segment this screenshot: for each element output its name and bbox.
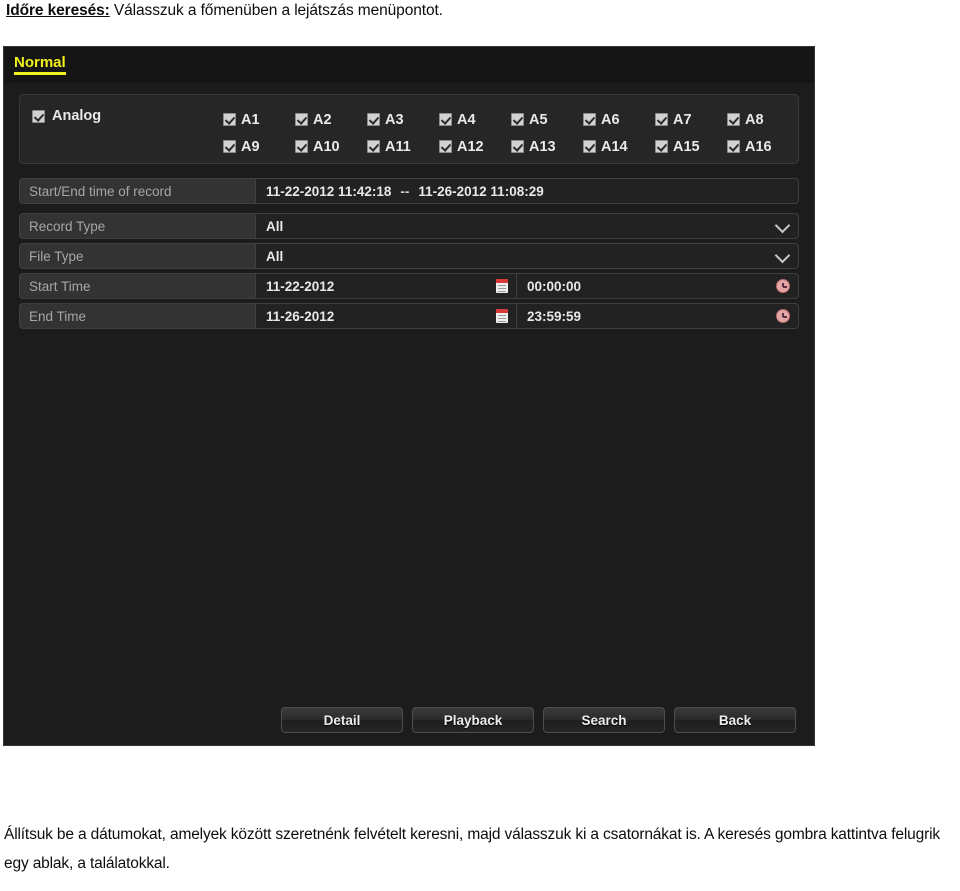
tab-normal[interactable]: Normal: [14, 54, 66, 75]
checkbox-icon[interactable]: [583, 140, 596, 153]
row-label: Start/End time of record: [19, 178, 256, 204]
start-date-input[interactable]: 11-22-2012: [256, 273, 517, 299]
calendar-icon[interactable]: [496, 309, 508, 323]
end-date-input[interactable]: 11-26-2012: [256, 303, 517, 329]
channel-grid: A1 A2 A3 A4 A5 A6 A7 A8 A9 A10 A11 A12 A…: [223, 106, 799, 160]
checkbox-icon[interactable]: [727, 113, 740, 126]
row-label: Record Type: [19, 213, 256, 239]
channel-selection-box: Analog A1 A2 A3 A4 A5 A6 A7 A8 A9 A10 A1…: [19, 94, 799, 164]
caption-top-rest: Válasszuk a főmenüben a lejátszás menüpo…: [109, 2, 443, 19]
channel-checkbox-a15[interactable]: A15: [655, 139, 727, 155]
checkbox-icon[interactable]: [511, 140, 524, 153]
start-time-value: 00:00:00: [527, 278, 582, 294]
checkbox-icon[interactable]: [295, 140, 308, 153]
channel-checkbox-a6[interactable]: A6: [583, 112, 655, 128]
caption-top: Időre keresés: Válasszuk a főmenüben a l…: [6, 2, 443, 20]
playback-search-window: Normal Analog A1 A2 A3 A4 A5 A6 A7 A8 A9…: [3, 46, 815, 746]
channel-label: A11: [385, 138, 411, 155]
row-label: End Time: [19, 303, 256, 329]
checkbox-icon[interactable]: [367, 140, 380, 153]
channel-label: A10: [313, 138, 340, 155]
chevron-down-icon[interactable]: [774, 247, 791, 264]
channel-checkbox-a7[interactable]: A7: [655, 112, 727, 128]
record-range-end: 11-26-2012 11:08:29: [418, 183, 544, 199]
caption-bottom: Állítsuk be a dátumokat, amelyek között …: [4, 826, 940, 872]
channel-checkbox-a9[interactable]: A9: [223, 139, 295, 155]
file-type-select[interactable]: All: [256, 243, 799, 269]
channel-label: A3: [385, 111, 404, 128]
search-button[interactable]: Search: [543, 707, 665, 733]
checkbox-icon[interactable]: [727, 140, 740, 153]
caption-top-bold: Időre keresés:: [6, 2, 110, 19]
channel-label: A14: [601, 138, 628, 155]
checkbox-icon[interactable]: [223, 140, 236, 153]
channel-checkbox-a14[interactable]: A14: [583, 139, 655, 155]
checkbox-icon[interactable]: [32, 109, 45, 123]
checkbox-icon[interactable]: [511, 113, 524, 126]
button-bar: Detail Playback Search Back: [4, 698, 814, 742]
channel-checkbox-a16[interactable]: A16: [727, 139, 799, 155]
checkbox-icon[interactable]: [367, 113, 380, 126]
row-label: Start Time: [19, 273, 256, 299]
channel-checkbox-a3[interactable]: A3: [367, 112, 439, 128]
channel-label: A13: [529, 138, 556, 155]
row-start-end-time-of-record: Start/End time of record 11-22-2012 11:4…: [19, 178, 799, 204]
channel-checkbox-a8[interactable]: A8: [727, 112, 799, 128]
calendar-icon[interactable]: [496, 279, 508, 293]
tab-strip: Normal: [4, 47, 814, 83]
record-type-select[interactable]: All: [256, 213, 799, 239]
channel-checkbox-a13[interactable]: A13: [511, 139, 583, 155]
channel-label: A5: [529, 111, 548, 128]
start-date-value: 11-22-2012: [266, 278, 335, 294]
channel-label: A2: [313, 111, 332, 128]
start-time-input[interactable]: 00:00:00: [517, 273, 799, 299]
checkbox-icon[interactable]: [655, 140, 668, 153]
back-button[interactable]: Back: [674, 707, 796, 733]
channel-label: A16: [745, 138, 772, 155]
checkbox-icon[interactable]: [439, 140, 452, 153]
channel-checkbox-a10[interactable]: A10: [295, 139, 367, 155]
detail-button[interactable]: Detail: [281, 707, 403, 733]
channel-checkbox-a2[interactable]: A2: [295, 112, 367, 128]
analog-group-label: Analog: [52, 108, 102, 124]
row-record-type: Record Type All: [19, 213, 799, 239]
clock-icon[interactable]: [776, 279, 790, 293]
clock-icon[interactable]: [776, 309, 790, 323]
checkbox-icon[interactable]: [223, 113, 236, 126]
channel-checkbox-a1[interactable]: A1: [223, 112, 295, 128]
record-range-start: 11-22-2012 11:42:18: [266, 183, 392, 199]
channel-label: A1: [241, 111, 260, 128]
channel-checkbox-a11[interactable]: A11: [367, 139, 439, 155]
channel-label: A9: [241, 138, 260, 155]
channel-label: A12: [457, 138, 484, 155]
channel-label: A4: [457, 111, 476, 128]
row-file-type: File Type All: [19, 243, 799, 269]
end-time-value: 23:59:59: [527, 308, 582, 324]
record-range-separator: --: [400, 183, 410, 199]
channel-checkbox-a5[interactable]: A5: [511, 112, 583, 128]
checkbox-icon[interactable]: [439, 113, 452, 126]
checkbox-icon[interactable]: [295, 113, 308, 126]
channel-label: A8: [745, 111, 764, 128]
channel-label: A7: [673, 111, 692, 128]
channel-checkbox-a12[interactable]: A12: [439, 139, 511, 155]
channel-label: A6: [601, 111, 620, 128]
end-date-value: 11-26-2012: [266, 308, 335, 324]
channel-checkbox-a4[interactable]: A4: [439, 112, 511, 128]
channel-label: A15: [673, 138, 700, 155]
file-type-value: All: [266, 248, 284, 264]
row-label: File Type: [19, 243, 256, 269]
row-value-record-range: 11-22-2012 11:42:18 -- 11-26-2012 11:08:…: [256, 178, 799, 204]
analog-group-checkbox[interactable]: Analog: [32, 108, 101, 124]
checkbox-icon[interactable]: [583, 113, 596, 126]
record-type-value: All: [266, 218, 284, 234]
checkbox-icon[interactable]: [655, 113, 668, 126]
end-time-input[interactable]: 23:59:59: [517, 303, 799, 329]
chevron-down-icon[interactable]: [774, 217, 791, 234]
row-start-time: Start Time 11-22-2012 00:00:00: [19, 273, 799, 299]
playback-button[interactable]: Playback: [412, 707, 534, 733]
row-end-time: End Time 11-26-2012 23:59:59: [19, 303, 799, 329]
